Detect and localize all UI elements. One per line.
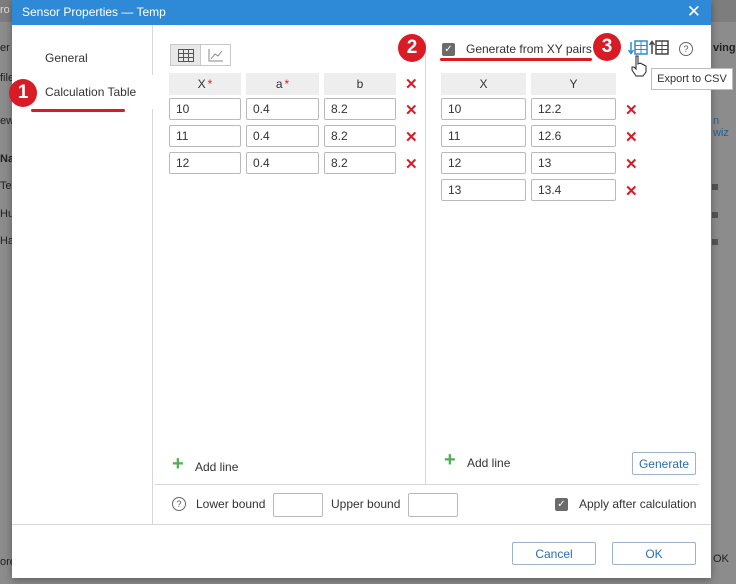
bg-fragment: n wiz (713, 115, 729, 139)
generate-button[interactable]: Generate (632, 452, 696, 475)
column-header-a: a * (246, 73, 319, 95)
cell-x[interactable]: 11 (169, 125, 241, 147)
cell-b[interactable]: 8.2 (324, 98, 396, 120)
cell-x[interactable]: 11 (441, 125, 526, 147)
header-label: X (479, 77, 488, 91)
column-divider (425, 40, 426, 484)
bg-fragment: ving (713, 42, 736, 54)
nav-tab-label: Calculation Table (45, 85, 137, 99)
column-header-x: X * (169, 73, 241, 95)
cell-b[interactable]: 8.2 (324, 125, 396, 147)
delete-all-icon[interactable]: ✕ (405, 75, 418, 93)
header-label: Y (569, 77, 578, 91)
chart-view-button[interactable] (200, 44, 231, 66)
dialog-title: Sensor Properties — Temp (22, 5, 166, 19)
export-csv-tooltip: Export to CSV (651, 68, 733, 90)
delete-row-icon[interactable]: ✕ (405, 155, 418, 173)
delete-row-icon[interactable]: ✕ (405, 128, 418, 146)
delete-row-icon[interactable]: ✕ (625, 101, 638, 119)
upper-bound-label: Upper bound (331, 497, 401, 511)
header-label: b (356, 77, 364, 91)
bg-fragment: er (0, 42, 10, 54)
cell-x[interactable]: 10 (441, 98, 526, 120)
hand-cursor-icon (630, 55, 648, 80)
plus-icon: + (444, 449, 456, 471)
header-label: a (275, 77, 283, 91)
delete-row-icon[interactable]: ✕ (405, 101, 418, 119)
required-marker: * (284, 77, 290, 91)
bg-fragment: ro (0, 4, 10, 16)
delete-row-icon[interactable]: ✕ (625, 128, 638, 146)
upper-bound-input[interactable] (408, 493, 458, 517)
help-icon[interactable]: ? (172, 497, 186, 511)
cell-b[interactable]: 8.2 (324, 152, 396, 174)
export-csv-icon[interactable] (648, 40, 669, 59)
lower-bound-input[interactable] (273, 493, 323, 517)
cell-x[interactable]: 10 (169, 98, 241, 120)
column-header-x: X (441, 73, 526, 95)
required-marker: * (207, 77, 213, 91)
cell-y[interactable]: 12.6 (531, 125, 616, 147)
nav-tab-label: General (45, 51, 88, 65)
annotation-badge-3: 3 (593, 33, 621, 61)
cell-a[interactable]: 0.4 (246, 152, 319, 174)
lower-bound-label: Lower bound (196, 497, 266, 511)
cell-x[interactable]: 12 (169, 152, 241, 174)
highlight-underline (440, 58, 592, 61)
cell-y[interactable]: 13.4 (531, 179, 616, 201)
close-icon[interactable]: ✕ (687, 2, 701, 22)
cancel-button[interactable]: Cancel (512, 542, 596, 565)
apply-after-calculation-checkbox[interactable]: ✓ (555, 498, 568, 511)
dialog-titlebar: Sensor Properties — Temp ✕ (12, 0, 711, 25)
header-label: X (197, 77, 206, 91)
table-icon (177, 48, 194, 62)
apply-after-calculation-label: Apply after calculation (579, 497, 697, 511)
column-header-y: Y (531, 73, 616, 95)
generate-checkbox[interactable]: ✓ (442, 43, 455, 56)
cell-x[interactable]: 12 (441, 152, 526, 174)
add-line-label: Add line (467, 456, 511, 470)
highlight-underline (31, 109, 125, 112)
cell-x[interactable]: 13 (441, 179, 526, 201)
cell-a[interactable]: 0.4 (246, 125, 319, 147)
column-header-b: b (324, 73, 396, 95)
chart-icon (208, 49, 223, 62)
nav-tab-general[interactable]: General (12, 41, 152, 76)
delete-row-icon[interactable]: ✕ (625, 182, 638, 200)
table-view-button[interactable] (170, 44, 201, 66)
bounds-separator (155, 484, 699, 485)
help-icon[interactable]: ? (679, 42, 693, 56)
add-line-label: Add line (195, 460, 239, 474)
cell-y[interactable]: 12.2 (531, 98, 616, 120)
footer-separator (12, 524, 711, 525)
annotation-badge-1: 1 (9, 79, 37, 107)
cell-a[interactable]: 0.4 (246, 98, 319, 120)
bg-fragment: OK (713, 553, 729, 565)
plus-icon: + (172, 453, 184, 475)
bg-fragment: Te (0, 180, 12, 192)
delete-row-icon[interactable]: ✕ (625, 155, 638, 173)
ok-button[interactable]: OK (612, 542, 696, 565)
annotation-badge-2: 2 (398, 34, 426, 62)
generate-label: Generate from XY pairs (466, 42, 592, 56)
cell-y[interactable]: 13 (531, 152, 616, 174)
